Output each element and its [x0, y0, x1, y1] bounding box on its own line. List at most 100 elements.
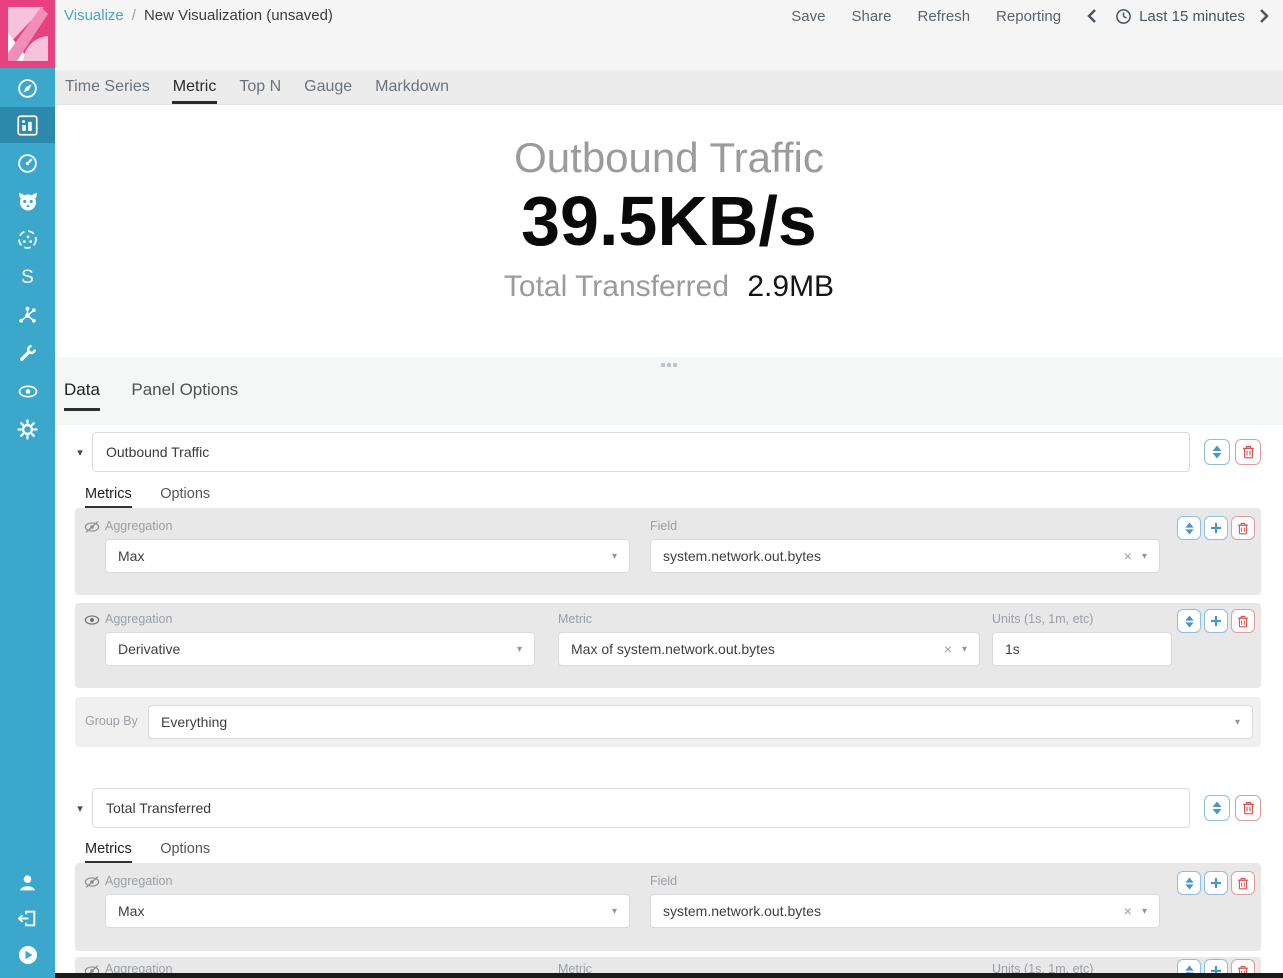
tab-markdown[interactable]: Markdown	[374, 70, 450, 104]
metric-sort-button[interactable]	[1177, 871, 1201, 895]
series-1-tab-metrics[interactable]: Metrics	[85, 486, 132, 508]
delete-metric-button[interactable]	[1231, 609, 1255, 633]
metric-hidden-eye-slash-icon[interactable]	[84, 520, 100, 539]
breadcrumb-visualize-link[interactable]: Visualize	[64, 7, 124, 24]
sidebar-item-play[interactable]	[0, 937, 55, 973]
series-1-label-input[interactable]	[92, 432, 1190, 472]
caret-down-icon: ▾	[517, 644, 522, 655]
clock-icon	[1115, 8, 1132, 25]
time-forward-button[interactable]	[1255, 6, 1273, 26]
sidebar-item-logout[interactable]	[0, 900, 55, 936]
compass-icon	[17, 78, 38, 99]
viz-type-tabs: Time Series Metric Top N Gauge Markdown	[55, 70, 1283, 105]
tab-panel-options[interactable]: Panel Options	[131, 380, 238, 408]
trash-icon	[1237, 522, 1249, 535]
bar-chart-icon	[17, 115, 38, 136]
robot-face-icon	[17, 191, 39, 212]
drag-handle[interactable]	[661, 363, 677, 367]
sidebar-item-bar-chart[interactable]	[0, 107, 55, 143]
logout-icon	[17, 908, 38, 929]
metric-sort-button[interactable]	[1177, 609, 1201, 633]
aggregation-select[interactable]: Max ▾	[105, 539, 630, 573]
tab-metric[interactable]: Metric	[172, 70, 218, 104]
metric-secondary: Total Transferred 2.9MB	[504, 270, 834, 304]
series-1-sort-button[interactable]	[1204, 439, 1230, 465]
field-combobox[interactable]: system.network.out.bytes × ▾	[650, 539, 1160, 573]
sidebar-item-compass[interactable]	[0, 70, 55, 106]
group-by-select[interactable]: Everything ▾	[148, 705, 1253, 739]
caret-down-icon: ▾	[1235, 717, 1240, 728]
play-icon	[17, 944, 39, 966]
group-by-label: Group By	[85, 714, 138, 728]
field-label: Field	[650, 874, 677, 888]
sidebar-item-graph[interactable]	[0, 297, 55, 333]
sidebar-item-gauge[interactable]	[0, 145, 55, 181]
sidebar-item-letter-s[interactable]: S	[0, 259, 55, 295]
add-metric-button[interactable]	[1204, 516, 1228, 540]
delete-metric-button[interactable]	[1231, 516, 1255, 540]
series-2-tab-options[interactable]: Options	[160, 841, 210, 861]
sidebar-item-robot-face[interactable]	[0, 183, 55, 219]
sidebar-item-dotted-circle[interactable]	[0, 221, 55, 257]
editor-header: Data Panel Options	[55, 357, 1283, 425]
user-icon	[17, 872, 38, 893]
sidebar-item-user[interactable]	[0, 864, 55, 900]
metric-row-buttons	[1177, 516, 1255, 540]
plus-icon	[1210, 522, 1222, 534]
sidebar-item-eye[interactable]	[0, 373, 55, 409]
tab-top-n[interactable]: Top N	[238, 70, 282, 104]
up-down-arrows-icon	[1184, 522, 1195, 535]
chevron-right-icon	[1259, 8, 1269, 24]
sidebar-item-gear[interactable]	[0, 411, 55, 447]
series-1-tab-options[interactable]: Options	[160, 486, 210, 506]
aggregation-label: Aggregation	[105, 874, 172, 888]
metric-secondary-value: 2.9MB	[747, 270, 834, 303]
aggregation-select[interactable]: Max ▾	[105, 894, 630, 928]
kibana-logo-icon	[8, 7, 48, 61]
metric-row-buttons	[1177, 871, 1255, 895]
chevron-left-icon	[1087, 8, 1097, 24]
series-2-label-input[interactable]	[92, 788, 1190, 828]
time-back-button[interactable]	[1083, 6, 1101, 26]
plus-icon	[1210, 877, 1222, 889]
refresh-button[interactable]: Refresh	[918, 8, 971, 25]
metric-visible-eye-icon[interactable]	[84, 613, 100, 631]
topbar: Visualize / New Visualization (unsaved) …	[55, 0, 1283, 70]
trash-icon	[1242, 445, 1255, 459]
series-1-subtabs: Metrics Options	[85, 485, 1283, 507]
series-2-sort-button[interactable]	[1204, 795, 1230, 821]
units-input[interactable]	[992, 632, 1172, 666]
sidebar-item-wrench[interactable]	[0, 335, 55, 371]
metric-sort-button[interactable]	[1177, 516, 1201, 540]
share-button[interactable]: Share	[851, 8, 891, 25]
clear-metric-icon[interactable]: ×	[944, 641, 952, 657]
series-2-header: ▾	[55, 788, 1283, 828]
kibana-logo[interactable]	[0, 0, 55, 68]
plus-icon	[1210, 615, 1222, 627]
add-metric-button[interactable]	[1204, 871, 1228, 895]
aggregation-select[interactable]: Derivative ▾	[105, 632, 535, 666]
save-button[interactable]: Save	[791, 8, 825, 25]
tab-time-series[interactable]: Time Series	[64, 70, 151, 104]
breadcrumb-page-title: New Visualization (unsaved)	[144, 7, 333, 24]
tab-data[interactable]: Data	[64, 380, 100, 411]
gauge-icon	[17, 153, 38, 174]
tab-gauge[interactable]: Gauge	[303, 70, 353, 104]
series-1-delete-button[interactable]	[1235, 439, 1261, 465]
add-metric-button[interactable]	[1204, 609, 1228, 633]
metric-row-buttons	[1177, 609, 1255, 633]
delete-metric-button[interactable]	[1231, 871, 1255, 895]
series-1-collapse-caret-icon[interactable]: ▾	[74, 446, 86, 459]
series-2-collapse-caret-icon[interactable]: ▾	[74, 802, 86, 815]
reporting-button[interactable]: Reporting	[996, 8, 1061, 25]
series-2-delete-button[interactable]	[1235, 795, 1261, 821]
series-2-tab-metrics[interactable]: Metrics	[85, 841, 132, 863]
metric-label: Metric	[558, 612, 592, 626]
clear-field-icon[interactable]: ×	[1124, 548, 1132, 564]
field-combobox[interactable]: system.network.out.bytes × ▾	[650, 894, 1160, 928]
time-range-label[interactable]: Last 15 minutes	[1139, 8, 1245, 25]
clear-field-icon[interactable]: ×	[1124, 903, 1132, 919]
metric-hidden-eye-slash-icon[interactable]	[84, 875, 100, 894]
topnav: Save Share Refresh Reporting	[765, 6, 1273, 26]
metric-combobox[interactable]: Max of system.network.out.bytes × ▾	[558, 632, 980, 666]
